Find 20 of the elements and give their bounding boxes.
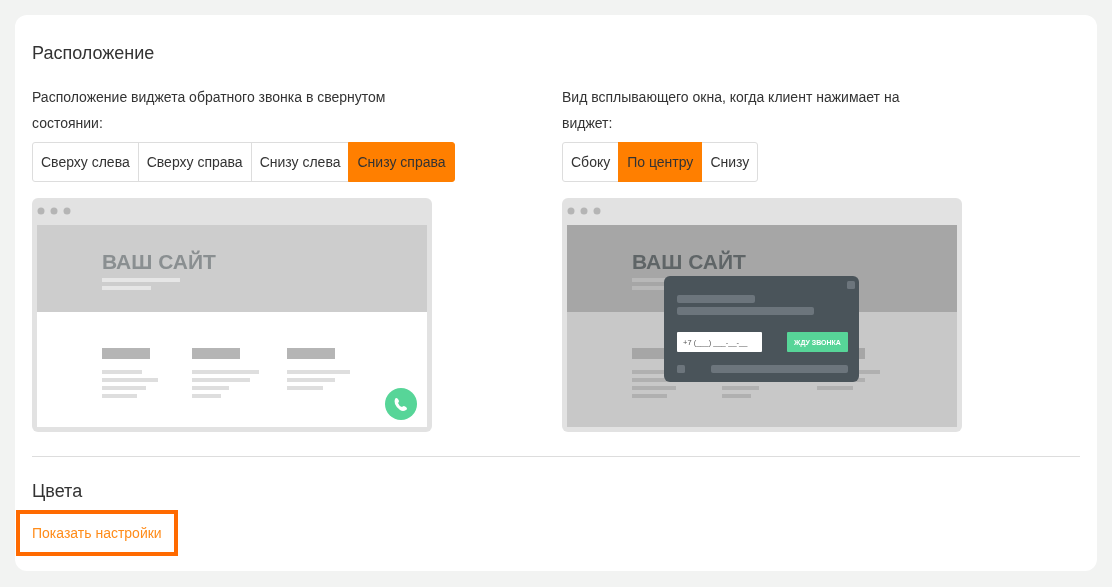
site-title: ВАШ САЙТ (102, 250, 216, 273)
segment-option[interactable]: По центру (618, 142, 703, 182)
site-title: ВАШ САЙТ (632, 250, 746, 273)
segment-option[interactable]: Снизу слева (250, 142, 350, 182)
window-dots-icon (567, 207, 601, 215)
heading-placeholder (287, 348, 335, 359)
close-icon (847, 281, 855, 289)
window-dots-icon (37, 207, 71, 215)
segment-option[interactable]: Снизу (701, 142, 759, 182)
checkbox-icon (677, 365, 685, 373)
section-title: Цвета (32, 481, 84, 502)
option-description: Расположение виджета обратного звонка в свернутом состоянии: (32, 88, 387, 133)
option-description: Вид всплывающего окна, когда клиент нажимает на виджет: (562, 88, 901, 133)
heading-placeholder (102, 348, 150, 359)
segment-option[interactable]: Сверху справа (137, 142, 252, 182)
segment-option[interactable]: Снизу справа (348, 142, 455, 182)
section-title: Расположение (32, 43, 156, 64)
segment-option[interactable]: Сверху слева (32, 142, 139, 182)
segment-option[interactable]: Сбоку (562, 142, 620, 182)
heading-placeholder (192, 348, 240, 359)
